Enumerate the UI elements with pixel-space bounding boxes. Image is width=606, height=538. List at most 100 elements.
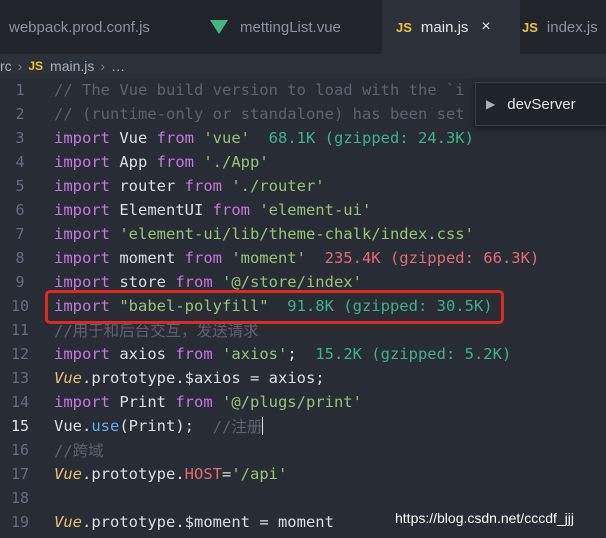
keyword: import xyxy=(54,249,110,267)
comment: //跨域 xyxy=(54,442,104,460)
line-number: 1 xyxy=(15,81,25,99)
breadcrumb-separator: › xyxy=(100,58,106,74)
breadcrumb-separator: › xyxy=(17,58,23,74)
punctuation: ; xyxy=(287,345,297,363)
string: './App' xyxy=(194,153,269,171)
keyword: from xyxy=(175,345,213,363)
code-line: 13 Vue .prototype. $axios = axios; xyxy=(0,366,606,390)
watermark: https://blog.csdn.net/cccdf_jjj xyxy=(395,510,574,526)
string: '@/store/index' xyxy=(212,273,362,291)
keyword: from xyxy=(175,393,213,411)
string: 'element-ui/lib/theme-chalk/index.css' xyxy=(110,225,474,243)
code-line: 3 import Vue from 'vue' 68.1K (gzipped: 2… xyxy=(0,126,606,150)
editor-tab-bar: webpack.prod.conf.js mettingList.vue JS … xyxy=(0,0,606,54)
code-line: 17 Vue .prototype. HOST = '/api' xyxy=(0,462,606,486)
tab-metting-list[interactable]: mettingList.vue xyxy=(197,0,390,54)
tab-label: main.js xyxy=(420,18,469,36)
line-number: 7 xyxy=(15,225,25,243)
identifier: .prototype. xyxy=(82,513,185,531)
identifier: = xyxy=(221,465,232,483)
line-number: 14 xyxy=(10,393,30,411)
identifier: Vue. xyxy=(54,417,92,435)
keyword: from xyxy=(175,273,213,291)
identifier: Print xyxy=(110,393,176,411)
line-number: 10 xyxy=(10,297,30,315)
line-number: 17 xyxy=(10,465,30,483)
identifier: Vue xyxy=(54,513,82,531)
identifier: = axios; xyxy=(240,369,325,387)
line-number: 8 xyxy=(15,249,25,267)
line-number: 3 xyxy=(15,129,25,147)
identifier: Vue xyxy=(54,369,82,387)
close-icon[interactable]: × xyxy=(481,18,490,36)
chevron-right-icon[interactable]: ▶ xyxy=(486,97,495,111)
breadcrumb: rc › JS main.js › … xyxy=(0,54,606,78)
identifier: Vue xyxy=(54,465,82,483)
breadcrumb-file[interactable]: main.js xyxy=(50,58,94,74)
line-number: 4 xyxy=(15,153,25,171)
line-number: 18 xyxy=(10,489,30,507)
highlight-annotation-box xyxy=(45,290,504,324)
line-number: 9 xyxy=(15,273,25,291)
js-icon: JS xyxy=(396,19,412,35)
keyword: from xyxy=(212,201,250,219)
keyword: import xyxy=(54,153,110,171)
keyword: from xyxy=(184,177,222,195)
outline-item-devserver[interactable]: devServer xyxy=(507,96,575,113)
keyword: from xyxy=(156,153,194,171)
identifier: moment xyxy=(110,249,185,267)
string: '/api' xyxy=(231,465,288,483)
line-number: 6 xyxy=(15,201,25,219)
property: HOST xyxy=(184,465,222,483)
tab-label: index.js xyxy=(546,18,598,36)
property: $axios xyxy=(184,369,241,387)
code-line: 12 import axios from 'axios'; 15.2K (gzip… xyxy=(0,342,606,366)
code-line: 7 import 'element-ui/lib/theme-chalk/inde… xyxy=(0,222,606,246)
identifier: .prototype. xyxy=(82,369,185,387)
identifier: store xyxy=(110,273,176,291)
comment: // The Vue build version to load with th… xyxy=(54,81,465,99)
code-line: 4 import App from './App' xyxy=(0,150,606,174)
keyword: import xyxy=(54,177,110,195)
tab-label: mettingList.vue xyxy=(240,18,341,36)
line-number: 5 xyxy=(15,177,25,195)
code-line: 14 import Print from '@/plugs/print' xyxy=(0,390,606,414)
import-size: 235.4K (gzipped: 66.3K) xyxy=(305,249,540,267)
line-number: 12 xyxy=(10,345,30,363)
keyword: import xyxy=(54,201,110,219)
keyword: from xyxy=(156,129,194,147)
line-number: 16 xyxy=(10,441,30,459)
vue-icon xyxy=(210,20,228,34)
breadcrumb-more[interactable]: … xyxy=(111,58,125,74)
outline-popup: ▶ devServer xyxy=(475,82,606,126)
js-icon: JS xyxy=(522,19,538,35)
identifier: (Print); xyxy=(119,417,213,435)
tab-webpack-prod-conf[interactable]: webpack.prod.conf.js xyxy=(0,0,197,54)
tab-main-js[interactable]: JS main.js × xyxy=(382,0,520,54)
code-line: 6 import ElementUI from 'element-ui' xyxy=(0,198,606,222)
identifier: Vue xyxy=(110,129,157,147)
string: 'element-ui' xyxy=(249,201,372,219)
keyword: import xyxy=(54,273,110,291)
string: './router' xyxy=(221,177,325,195)
string: '@/plugs/print' xyxy=(212,393,362,411)
import-size: 68.1K (gzipped: 24.3K) xyxy=(250,129,474,147)
identifier: .prototype. xyxy=(82,465,185,483)
string: 'vue' xyxy=(194,129,250,147)
code-line: 16 //跨域 xyxy=(0,438,606,462)
code-line: 8 import moment from 'moment' 235.4K (gzi… xyxy=(0,246,606,270)
keyword: import xyxy=(54,345,110,363)
import-size: 15.2K (gzipped: 5.2K) xyxy=(296,345,512,363)
comment: // (runtime-only or standalone) has been… xyxy=(54,105,465,123)
string: 'moment' xyxy=(221,249,306,267)
comment: //注册 xyxy=(212,418,263,436)
tab-index-js[interactable]: JS index.js xyxy=(508,0,606,54)
identifier: ElementUI xyxy=(110,201,213,219)
keyword: import xyxy=(54,393,110,411)
code-line: 18 xyxy=(0,486,606,510)
identifier: axios xyxy=(110,345,176,363)
line-number: 15 xyxy=(10,417,30,435)
breadcrumb-folder[interactable]: rc xyxy=(0,58,12,74)
line-number: 13 xyxy=(10,369,30,387)
line-number: 2 xyxy=(15,105,25,123)
